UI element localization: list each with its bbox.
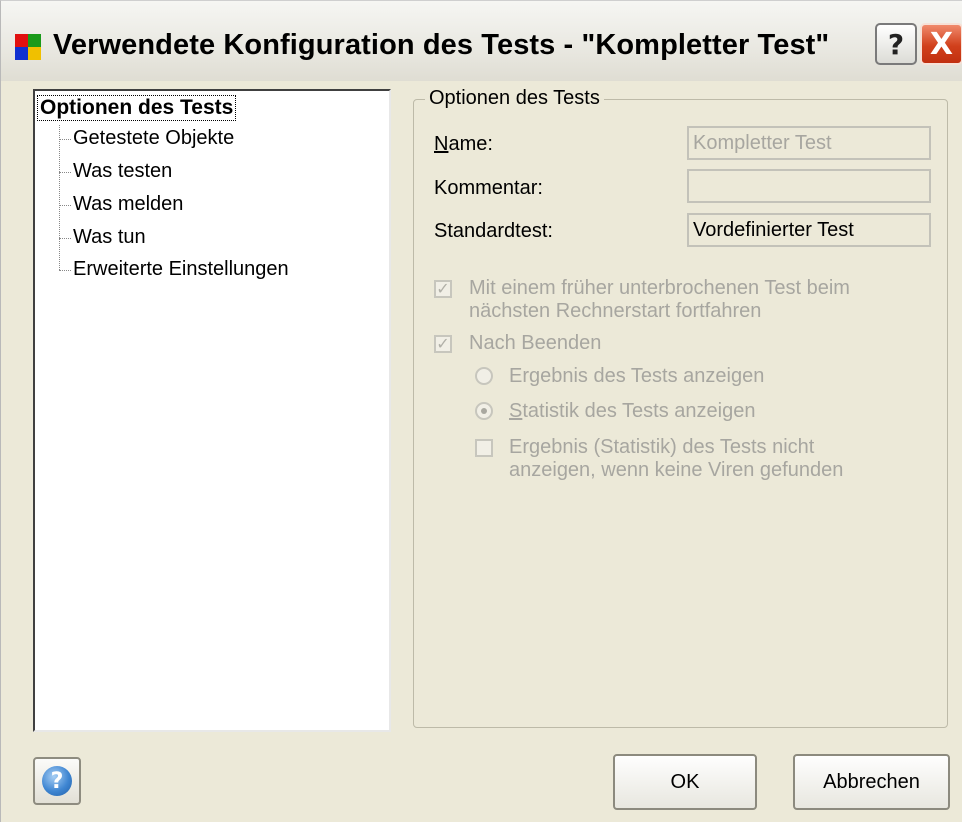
close-button[interactable]: X xyxy=(920,23,962,65)
name-label: Name: xyxy=(434,133,493,155)
check-icon: ✓ xyxy=(436,334,450,353)
show-result-radio[interactable] xyxy=(475,367,493,385)
tree-item-what-to-do[interactable]: Was tun xyxy=(73,226,146,249)
no-result-label: Ergebnis (Statistik) des Tests nicht anz… xyxy=(509,436,844,481)
close-icon: X xyxy=(929,26,954,62)
tree-connector xyxy=(59,270,71,271)
group-title: Optionen des Tests xyxy=(425,87,604,110)
after-finish-checkbox[interactable]: ✓ xyxy=(434,335,452,353)
tree-connector xyxy=(59,172,71,173)
question-mark-icon: ? xyxy=(887,27,905,61)
tree-connector xyxy=(59,139,71,140)
show-statistics-radio[interactable] xyxy=(475,402,493,420)
app-icon xyxy=(15,34,41,60)
window-title: Verwendete Konfiguration des Tests - "Ko… xyxy=(53,29,830,61)
ok-button[interactable]: OK xyxy=(613,754,757,810)
tree-item-advanced-settings[interactable]: Erweiterte Einstellungen xyxy=(73,258,289,281)
title-bar[interactable]: Verwendete Konfiguration des Tests - "Ko… xyxy=(1,1,962,81)
help-title-button[interactable]: ? xyxy=(875,23,917,65)
resume-checkbox[interactable]: ✓ xyxy=(434,280,452,298)
check-icon: ✓ xyxy=(436,279,450,298)
tree-item-what-to-report[interactable]: Was melden xyxy=(73,193,183,216)
standard-test-field[interactable]: Vordefinierter Test xyxy=(687,213,931,247)
comment-label: Kommentar: xyxy=(434,177,543,199)
dialog-window: Verwendete Konfiguration des Tests - "Ko… xyxy=(0,0,962,822)
help-icon: ? xyxy=(42,766,72,796)
tree-connector xyxy=(59,205,71,206)
tree-item-root[interactable]: Optionen des Tests xyxy=(37,95,237,121)
show-statistics-label: Statistik des Tests anzeigen xyxy=(509,400,756,422)
help-button[interactable]: ? xyxy=(33,757,81,805)
tree-connector xyxy=(59,238,71,239)
resume-checkbox-label: Mit einem früher unterbrochenen Test bei… xyxy=(469,277,850,322)
show-result-label: Ergebnis des Tests anzeigen xyxy=(509,365,765,387)
standard-test-label: Standardtest: xyxy=(434,220,553,242)
tree-item-what-to-test[interactable]: Was testen xyxy=(73,160,172,183)
name-field[interactable]: Kompletter Test xyxy=(687,126,931,160)
tree-item-tested-objects[interactable]: Getestete Objekte xyxy=(73,127,234,150)
after-finish-label: Nach Beenden xyxy=(469,332,602,354)
comment-field[interactable] xyxy=(687,169,931,203)
cancel-button[interactable]: Abbrechen xyxy=(793,754,950,810)
radio-dot-icon xyxy=(481,408,487,414)
no-result-checkbox[interactable] xyxy=(475,439,493,457)
tree-connector xyxy=(59,125,60,270)
options-tree[interactable]: Optionen des Tests Getestete Objekte Was… xyxy=(33,89,391,732)
